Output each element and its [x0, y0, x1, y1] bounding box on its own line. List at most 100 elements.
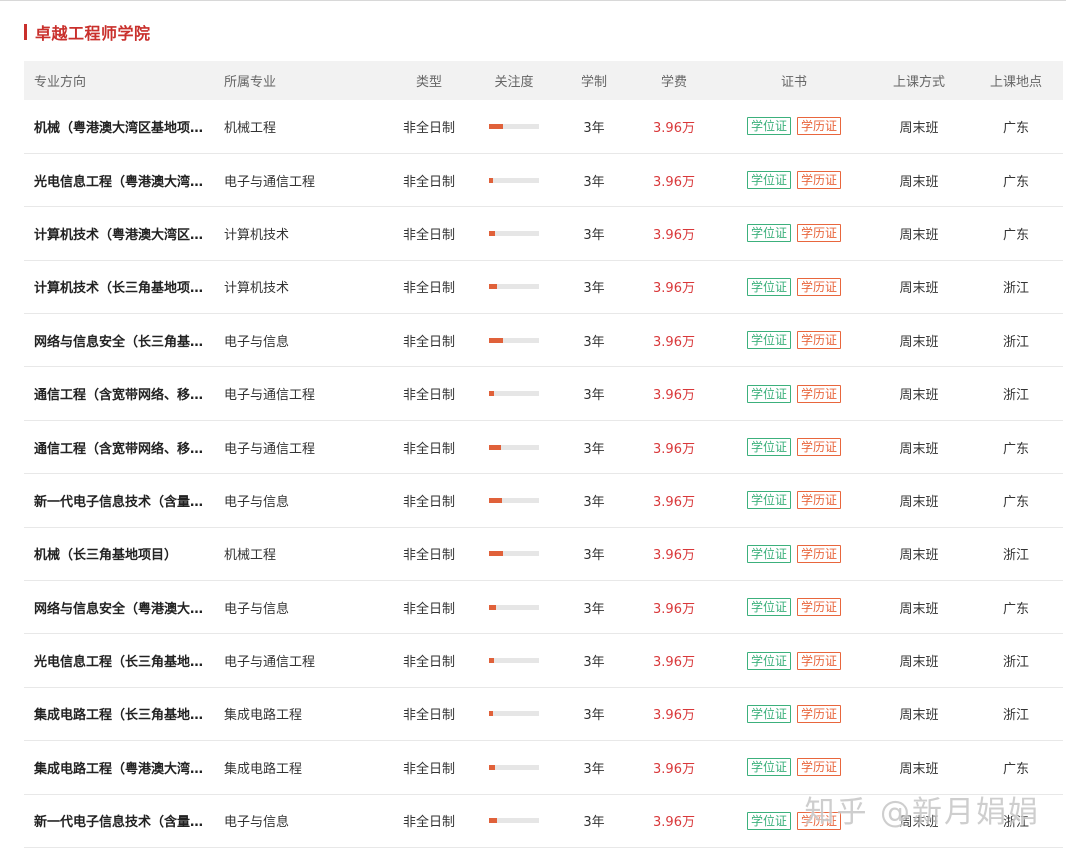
- degree-certificate-badge: 学位证: [746, 438, 791, 457]
- diploma-certificate-badge: 学历证: [797, 491, 842, 510]
- program-type: 非全日制: [402, 601, 455, 617]
- program-direction-link[interactable]: 通信工程（含宽带网络、移动通信等）: [24, 367, 214, 420]
- table-row[interactable]: 新一代电子信息技术（含量子技术等） 电子与信息 非全日制 3年 3.96万 学位证学历证 周…: [24, 474, 1063, 528]
- degree-certificate-badge: 学位证: [746, 598, 791, 617]
- class-location: 广东: [1002, 761, 1029, 777]
- program-direction-link[interactable]: 通信工程（含宽带网络、移动通信等）: [24, 420, 214, 473]
- program-direction-link[interactable]: 集成电路工程（长三角基地项目）: [24, 687, 214, 740]
- certificate-cell: 学位证 学历证: [719, 794, 869, 847]
- program-fee: 3.96万: [653, 441, 695, 457]
- col-header-direction: 专业方向: [34, 75, 87, 90]
- program-direction-link[interactable]: 光电信息工程（粤港澳大湾区基地项目）: [24, 153, 214, 206]
- class-mode: 周末班: [899, 708, 939, 724]
- class-location: 浙江: [1002, 548, 1029, 564]
- program-fee: 3.96万: [653, 601, 695, 617]
- class-mode: 周末班: [899, 281, 939, 297]
- program-major: 集成电路工程: [224, 761, 303, 777]
- program-direction-link[interactable]: 集成电路工程（粤港澳大湾区基地项目）: [24, 741, 214, 794]
- program-table: 专业方向 所属专业 类型 关注度 学制 学费 证书 上课方式 上课地点 机械（粤…: [24, 61, 1063, 848]
- table-row[interactable]: 集成电路工程（长三角基地项目） 集成电路工程 非全日制 3年 3.96万 学位证 学历证 周末…: [24, 687, 1063, 741]
- section-header: 卓越工程师学院: [24, 22, 151, 43]
- table-row[interactable]: 光电信息工程（长三角基地项目） 电子与通信工程 非全日制 3年 3.96万 学位证 学历证 周…: [24, 634, 1063, 688]
- attention-bar-fill: [489, 284, 497, 290]
- diploma-certificate-badge: 学历证: [797, 704, 842, 723]
- certificate-cell: 学位证 学历证: [719, 260, 869, 313]
- degree-certificate-badge: 学位证: [746, 704, 791, 723]
- degree-certificate-badge: 学位证: [746, 277, 791, 296]
- program-major: 电子与通信工程: [224, 174, 316, 190]
- certificate-cell: 学位证 学历证: [719, 581, 869, 634]
- diploma-certificate-badge: 学历证: [797, 438, 842, 457]
- program-fee: 3.96万: [653, 761, 695, 777]
- title-accent-bar: [24, 24, 27, 40]
- program-direction-link[interactable]: 光电信息工程（长三角基地项目）: [24, 634, 214, 687]
- attention-bar-fill: [489, 764, 495, 770]
- program-fee: 3.96万: [653, 281, 695, 297]
- attention-bar-fill: [489, 337, 503, 343]
- attention-bar: [489, 764, 539, 770]
- program-type: 非全日制: [402, 494, 455, 510]
- program-direction-link[interactable]: 网络与信息安全（粤港澳大湾区基地项目）: [24, 581, 214, 634]
- table-row[interactable]: 光电信息工程（粤港澳大湾区基地项目） 电子与通信工程 非全日制 3年 3.96万 学位证学…: [24, 153, 1063, 207]
- class-mode: 周末班: [899, 494, 939, 510]
- program-direction-link[interactable]: 机械（粤港澳大湾区基地项目）: [24, 100, 214, 153]
- program-type: 非全日制: [402, 708, 455, 724]
- attention-bar: [489, 604, 539, 610]
- program-direction-link[interactable]: 计算机技术（长三角基地项目）: [24, 260, 214, 313]
- program-duration: 3年: [583, 334, 605, 350]
- program-fee: 3.96万: [653, 174, 695, 190]
- table-row[interactable]: 计算机技术（粤港澳大湾区基地项目） 计算机技术 非全日制 3年 3.96万 学位证学历证 周…: [24, 207, 1063, 261]
- table-row[interactable]: 集成电路工程（粤港澳大湾区基地项目） 集成电路工程 非全日制 3年 3.96万 学位证学历…: [24, 741, 1063, 795]
- program-major: 电子与通信工程: [224, 441, 316, 457]
- program-direction-link[interactable]: 网络与信息安全（长三角基地项目）: [24, 314, 214, 367]
- table-row[interactable]: 通信工程（含宽带网络、移动通信等） 电子与通信工程 非全日制 3年 3.96万 学位证学历…: [24, 367, 1063, 421]
- program-major: 电子与信息: [224, 815, 290, 831]
- degree-certificate-badge: 学位证: [746, 384, 791, 403]
- class-mode: 周末班: [899, 601, 939, 617]
- program-duration: 3年: [583, 815, 605, 831]
- program-major: 集成电路工程: [224, 708, 303, 724]
- class-mode: 周末班: [899, 655, 939, 671]
- attention-bar-fill: [489, 497, 502, 503]
- attention-cell: [469, 153, 559, 206]
- program-direction-link[interactable]: 新一代电子信息技术（含量子技术等）: [24, 474, 214, 527]
- program-fee: 3.96万: [653, 548, 695, 564]
- table-row[interactable]: 网络与信息安全（长三角基地项目） 电子与信息 非全日制 3年 3.96万 学位证学历证 周末…: [24, 314, 1063, 367]
- attention-cell: [469, 741, 559, 794]
- table-row[interactable]: 网络与信息安全（粤港澳大湾区基地项目） 电子与信息 非全日制 3年 3.96万 学位证学历…: [24, 581, 1063, 634]
- certificate-cell: 学位证 学历证: [719, 634, 869, 687]
- class-mode: 周末班: [899, 815, 939, 831]
- program-type: 非全日制: [402, 334, 455, 350]
- class-mode: 周末班: [899, 227, 939, 243]
- table-row[interactable]: 计算机技术（长三角基地项目） 计算机技术 非全日制 3年 3.96万 学位证 学历证 周末班 浙…: [24, 260, 1063, 314]
- attention-bar: [489, 123, 539, 129]
- attention-bar: [489, 818, 539, 824]
- table-row[interactable]: 通信工程（含宽带网络、移动通信等） 电子与通信工程 非全日制 3年 3.96万 学位证学历…: [24, 420, 1063, 474]
- program-fee: 3.96万: [653, 494, 695, 510]
- attention-cell: [469, 474, 559, 527]
- certificate-cell: 学位证 学历证: [719, 741, 869, 794]
- program-fee: 3.96万: [653, 815, 695, 831]
- attention-bar: [489, 177, 539, 183]
- attention-bar: [489, 391, 539, 397]
- program-type: 非全日制: [402, 174, 455, 190]
- class-location: 广东: [1002, 227, 1029, 243]
- class-location: 广东: [1002, 120, 1029, 136]
- program-duration: 3年: [583, 388, 605, 404]
- attention-bar-fill: [489, 818, 497, 824]
- program-duration: 3年: [583, 655, 605, 671]
- program-direction-link[interactable]: 新一代电子信息技术（含量子技术等）: [24, 794, 214, 847]
- col-header-attention: 关注度: [494, 75, 534, 90]
- program-type: 非全日制: [402, 655, 455, 671]
- program-fee: 3.96万: [653, 655, 695, 671]
- attention-bar-fill: [489, 551, 503, 557]
- program-type: 非全日制: [402, 441, 455, 457]
- diploma-certificate-badge: 学历证: [797, 277, 842, 296]
- diploma-certificate-badge: 学历证: [797, 651, 842, 670]
- program-direction-link[interactable]: 计算机技术（粤港澳大湾区基地项目）: [24, 207, 214, 260]
- table-row[interactable]: 机械（长三角基地项目） 机械工程 非全日制 3年 3.96万 学位证 学历证 周末班 浙江: [24, 527, 1063, 581]
- program-direction-link[interactable]: 机械（长三角基地项目）: [24, 527, 214, 580]
- col-header-type: 类型: [415, 75, 442, 90]
- table-row[interactable]: 机械（粤港澳大湾区基地项目） 机械工程 非全日制 3年 3.96万 学位证 学历证 周末班 广东: [24, 100, 1063, 154]
- table-row[interactable]: 新一代电子信息技术（含量子技术等） 电子与信息 非全日制 3年 3.96万 学位证学历证 周…: [24, 794, 1063, 848]
